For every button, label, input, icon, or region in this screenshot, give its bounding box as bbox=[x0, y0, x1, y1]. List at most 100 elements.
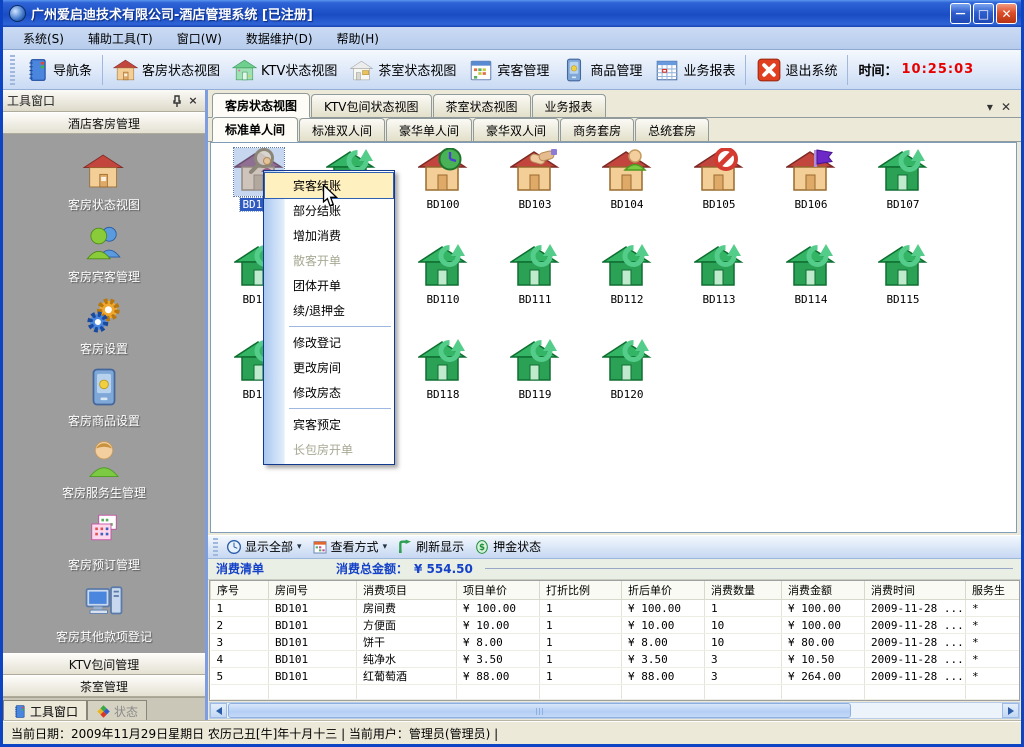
sidebar-bottom-tab-0[interactable]: 工具窗口 bbox=[3, 700, 87, 721]
header-cell-3[interactable]: 项目单价 bbox=[457, 581, 540, 600]
toolbar-button-label: 宾客管理 bbox=[497, 60, 549, 79]
sidebar-item-6[interactable]: 客房其他款项登记 bbox=[29, 580, 179, 647]
table-row-1[interactable]: 2BD101方便面¥ 10.001¥ 10.0010¥ 100.002009-1… bbox=[211, 617, 1021, 634]
table-cell: 方便面 bbox=[357, 617, 457, 634]
room-type-tab-4[interactable]: 商务套房 bbox=[560, 118, 634, 141]
room-BD103[interactable]: BD103 bbox=[492, 148, 578, 211]
action-button-0[interactable]: 显示全部▾ bbox=[221, 536, 307, 557]
sidebar-item-0[interactable]: 客房状态视图 bbox=[29, 148, 179, 215]
scroll-left-icon[interactable] bbox=[210, 703, 227, 718]
room-BD106[interactable]: BD106 bbox=[768, 148, 854, 211]
scrollbar-track[interactable] bbox=[852, 703, 1002, 718]
header-cell-0[interactable]: 序号 bbox=[211, 581, 269, 600]
app-logo-icon bbox=[9, 5, 26, 22]
context-menu-item-4[interactable]: 团体开单 bbox=[265, 273, 393, 298]
action-button-2[interactable]: 刷新显示 bbox=[392, 536, 469, 557]
scrollbar-thumb[interactable] bbox=[228, 703, 851, 718]
room-BD118[interactable]: BD118 bbox=[400, 338, 486, 401]
room-BD119[interactable]: BD119 bbox=[492, 338, 578, 401]
table-row-2[interactable]: 3BD101饼干¥ 8.001¥ 8.0010¥ 80.002009-11-28… bbox=[211, 634, 1021, 651]
context-menu-item-1[interactable]: 部分结账 bbox=[265, 198, 393, 223]
header-cell-8[interactable]: 消费时间 bbox=[865, 581, 966, 600]
tab-overflow-icon[interactable]: ▾ bbox=[987, 101, 993, 113]
sidebar-item-5[interactable]: 客房预订管理 bbox=[29, 508, 179, 575]
room-BD115[interactable]: BD115 bbox=[860, 243, 946, 306]
sidebar-item-2[interactable]: 客房设置 bbox=[29, 292, 179, 359]
menu-item-3[interactable]: 数据维护(D) bbox=[234, 28, 325, 49]
room-type-tab-1[interactable]: 标准双人间 bbox=[299, 118, 385, 141]
toolbar-button-3[interactable]: 茶室状态视图 bbox=[343, 54, 462, 86]
close-button[interactable]: ✕ bbox=[996, 3, 1017, 24]
context-menu-item-6[interactable]: 修改登记 bbox=[265, 330, 393, 355]
header-cell-6[interactable]: 消费数量 bbox=[705, 581, 782, 600]
view-tab-3[interactable]: 业务报表 bbox=[532, 94, 606, 117]
vacant-house-icon bbox=[878, 148, 928, 196]
sidebar-title: 工具窗口 bbox=[7, 92, 169, 109]
room-BD112[interactable]: BD112 bbox=[584, 243, 670, 306]
room-BD104[interactable]: BD104 bbox=[584, 148, 670, 211]
sidebar-item-4[interactable]: 客房服务生管理 bbox=[29, 436, 179, 503]
scroll-right-icon[interactable] bbox=[1002, 703, 1019, 718]
toolbar-button-2[interactable]: KTV状态视图 bbox=[226, 54, 343, 86]
view-tab-0[interactable]: 客房状态视图 bbox=[212, 93, 310, 118]
menu-item-4[interactable]: 帮助(H) bbox=[325, 28, 391, 49]
menu-item-0[interactable]: 系统(S) bbox=[11, 28, 76, 49]
sidebar-item-1[interactable]: 客房宾客管理 bbox=[29, 220, 179, 287]
sidebar-group-hotel-rooms[interactable]: 酒店客房管理 bbox=[3, 112, 205, 134]
room-BD113[interactable]: BD113 bbox=[676, 243, 762, 306]
flag-house-icon bbox=[786, 148, 836, 196]
header-cell-2[interactable]: 消费项目 bbox=[357, 581, 457, 600]
header-cell-5[interactable]: 折后单价 bbox=[622, 581, 705, 600]
context-menu-item-5[interactable]: 续/退押金 bbox=[265, 298, 393, 323]
room-BD105[interactable]: BD105 bbox=[676, 148, 762, 211]
table-row-3[interactable]: 4BD101纯净水¥ 3.501¥ 3.503¥ 10.502009-11-28… bbox=[211, 651, 1021, 668]
context-menu-item-0[interactable]: 宾客结账 bbox=[265, 173, 393, 198]
sidebar-bottom-tab-1[interactable]: 状态 bbox=[87, 700, 147, 721]
sidebar-close-icon[interactable]: × bbox=[185, 93, 201, 109]
room-type-tab-2[interactable]: 豪华单人间 bbox=[386, 118, 472, 141]
room-BD107[interactable]: BD107 bbox=[860, 148, 946, 211]
view-tab-1[interactable]: KTV包间状态视图 bbox=[311, 94, 431, 117]
toolbar-button-7[interactable]: 退出系统 bbox=[750, 54, 843, 86]
room-BD111[interactable]: BD111 bbox=[492, 243, 578, 306]
maximize-button[interactable]: □ bbox=[973, 3, 994, 24]
toolbar-button-1[interactable]: 客房状态视图 bbox=[107, 54, 226, 86]
context-menu-item-2[interactable]: 增加消费 bbox=[265, 223, 393, 248]
menu-item-2[interactable]: 窗口(W) bbox=[165, 28, 234, 49]
header-cell-7[interactable]: 消费金额 bbox=[782, 581, 865, 600]
header-cell-9[interactable]: 服务生 bbox=[966, 581, 1021, 600]
horizontal-scrollbar[interactable] bbox=[209, 702, 1020, 719]
table-row-0[interactable]: 1BD101房间费¥ 100.001¥ 100.001¥ 100.002009-… bbox=[211, 600, 1021, 617]
notebook-icon bbox=[12, 704, 27, 719]
tab-close-icon[interactable]: ✕ bbox=[1001, 101, 1011, 113]
room-type-tab-0[interactable]: 标准单人间 bbox=[212, 117, 298, 142]
sidebar-group-1[interactable]: 茶室管理 bbox=[3, 675, 205, 697]
toolbar-button-6[interactable]: 业务报表 bbox=[648, 54, 741, 86]
toolbar-button-4[interactable]: 宾客管理 bbox=[462, 54, 555, 86]
action-button-3[interactable]: $押金状态 bbox=[469, 536, 546, 557]
menu-item-1[interactable]: 辅助工具(T) bbox=[76, 28, 165, 49]
room-BD120[interactable]: BD120 bbox=[584, 338, 670, 401]
room-type-tab-5[interactable]: 总统套房 bbox=[635, 118, 709, 141]
room-label: BD103 bbox=[516, 198, 553, 211]
minimize-button[interactable]: － bbox=[950, 3, 971, 24]
toolbar-button-5[interactable]: 商品管理 bbox=[555, 54, 648, 86]
header-cell-4[interactable]: 打折比例 bbox=[540, 581, 622, 600]
context-menu-separator bbox=[289, 326, 391, 327]
context-menu-item-7[interactable]: 更改房间 bbox=[265, 355, 393, 380]
table-row-4[interactable]: 5BD101红葡萄酒¥ 88.001¥ 88.003¥ 264.002009-1… bbox=[211, 668, 1021, 685]
room-BD100[interactable]: BD100 bbox=[400, 148, 486, 211]
context-menu-item-8[interactable]: 修改房态 bbox=[265, 380, 393, 405]
room-type-tab-3[interactable]: 豪华双人间 bbox=[473, 118, 559, 141]
action-button-1[interactable]: 查看方式▾ bbox=[307, 536, 393, 557]
view-tab-2[interactable]: 茶室状态视图 bbox=[433, 94, 531, 117]
toolbar-button-0[interactable]: 导航条 bbox=[18, 54, 98, 86]
room-BD114[interactable]: BD114 bbox=[768, 243, 854, 306]
pin-icon[interactable] bbox=[169, 93, 185, 109]
header-cell-1[interactable]: 房间号 bbox=[269, 581, 357, 600]
context-menu-item-9[interactable]: 宾客预定 bbox=[265, 412, 393, 437]
sidebar-item-3[interactable]: 客房商品设置 bbox=[29, 364, 179, 431]
room-BD110[interactable]: BD110 bbox=[400, 243, 486, 306]
house-green-icon bbox=[232, 57, 258, 83]
sidebar-group-0[interactable]: KTV包间管理 bbox=[3, 653, 205, 675]
